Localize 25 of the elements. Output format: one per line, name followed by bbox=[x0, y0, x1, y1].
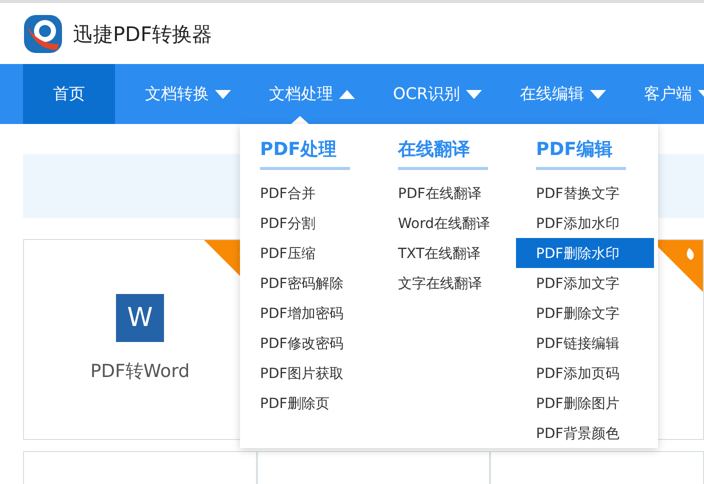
menu-item[interactable]: PDF链接编辑 bbox=[516, 328, 654, 358]
menu-item[interactable]: PDF删除水印 bbox=[516, 238, 654, 268]
menu-item[interactable]: TXT在线翻译 bbox=[378, 238, 516, 268]
menu-heading: 在线翻译 bbox=[398, 136, 488, 170]
menu-item[interactable]: PDF替换文字 bbox=[516, 178, 654, 208]
menu-item[interactable]: PDF删除文字 bbox=[516, 298, 654, 328]
tool-card[interactable] bbox=[23, 451, 257, 484]
menu-item[interactable]: Word在线翻译 bbox=[378, 208, 516, 238]
menu-item[interactable]: PDF在线翻译 bbox=[378, 178, 516, 208]
menu-item[interactable]: PDF添加页码 bbox=[516, 358, 654, 388]
menu-heading: PDF处理 bbox=[260, 136, 350, 170]
menu-item[interactable]: 文字在线翻译 bbox=[378, 268, 516, 298]
tool-card[interactable] bbox=[257, 451, 490, 484]
logo-icon bbox=[23, 14, 63, 54]
menu-item[interactable]: PDF分割 bbox=[240, 208, 378, 238]
menu-item[interactable]: PDF合并 bbox=[240, 178, 378, 208]
menu-item[interactable]: PDF背景颜色 bbox=[516, 418, 654, 448]
nav-tab[interactable]: 首页 bbox=[23, 64, 115, 124]
menu-item[interactable]: PDF添加文字 bbox=[516, 268, 654, 298]
word-icon: W bbox=[116, 294, 164, 342]
site-title: 迅捷PDF转换器 bbox=[73, 20, 212, 48]
menu-item[interactable]: PDF删除图片 bbox=[516, 388, 654, 418]
menu-heading: PDF编辑 bbox=[536, 136, 626, 170]
tool-card[interactable] bbox=[490, 451, 704, 484]
menu-item[interactable]: PDF添加水印 bbox=[516, 208, 654, 238]
